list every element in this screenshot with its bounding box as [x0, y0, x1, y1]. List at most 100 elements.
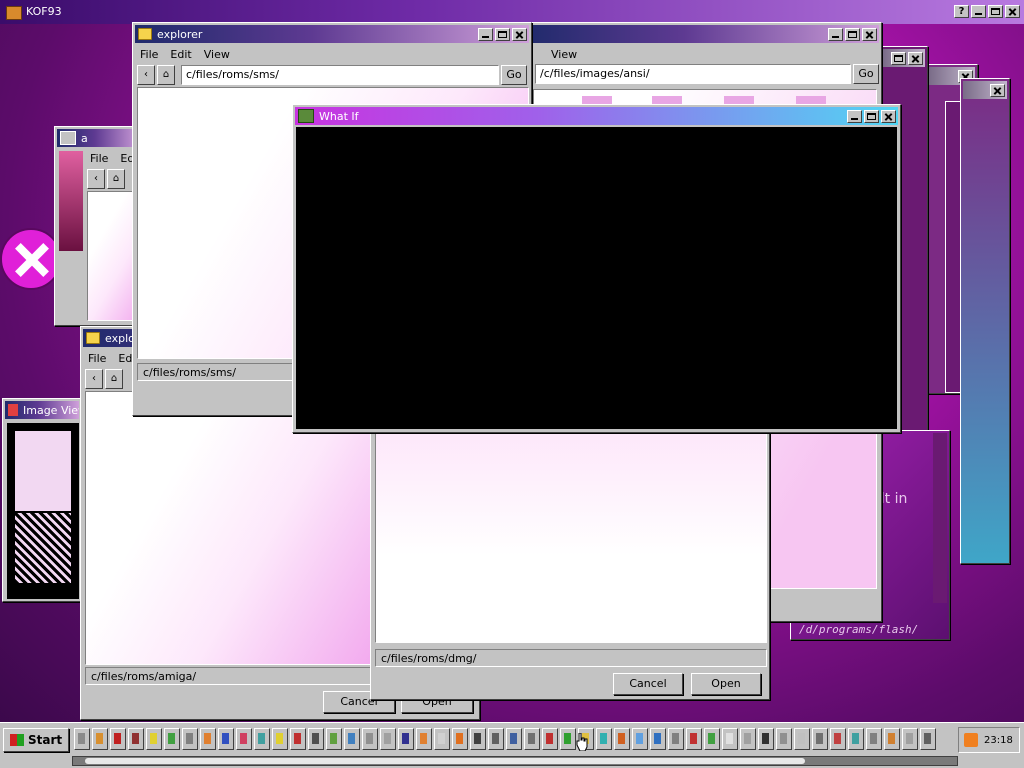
close-icon[interactable] — [862, 27, 877, 41]
maximize-icon[interactable] — [864, 109, 879, 123]
app-close-button[interactable] — [1005, 5, 1020, 18]
minimize-icon[interactable] — [828, 27, 843, 41]
taskbar-item[interactable] — [92, 728, 108, 750]
close-icon[interactable] — [990, 83, 1005, 97]
taskbar-item[interactable] — [488, 728, 504, 750]
start-button[interactable]: Start — [3, 728, 69, 752]
back-button[interactable]: ‹ — [137, 65, 155, 85]
menu-file[interactable]: File — [90, 152, 108, 165]
rss-icon[interactable] — [964, 733, 978, 747]
taskbar-item[interactable] — [920, 728, 936, 750]
explorer-sms-titlebar[interactable]: explorer — [135, 25, 529, 43]
menu-edit[interactable]: Edit — [170, 48, 191, 61]
taskbar-item[interactable] — [308, 728, 324, 750]
taskbar-item[interactable] — [524, 728, 540, 750]
taskbar-item[interactable] — [776, 728, 792, 750]
scrollbar-thumb[interactable] — [85, 758, 805, 764]
dmg-cancel-button[interactable]: Cancel — [613, 673, 683, 695]
maximize-icon[interactable] — [495, 27, 510, 41]
taskbar-item[interactable] — [434, 728, 450, 750]
menu-view[interactable]: View — [551, 48, 577, 61]
menu-file[interactable]: File — [88, 352, 106, 365]
taskbar-item[interactable] — [164, 728, 180, 750]
taskbar-item[interactable] — [848, 728, 864, 750]
home-icon[interactable]: ⌂ — [157, 65, 175, 85]
close-icon[interactable] — [881, 109, 896, 123]
taskbar-item[interactable] — [236, 728, 252, 750]
taskbar-item[interactable] — [452, 728, 468, 750]
taskbar-item[interactable] — [614, 728, 630, 750]
menu-view[interactable]: View — [204, 48, 230, 61]
taskbar-item[interactable] — [686, 728, 702, 750]
taskbar-item[interactable] — [596, 728, 612, 750]
back-window-5[interactable] — [960, 78, 1010, 564]
sms-path-input[interactable]: c/files/roms/sms/ — [181, 65, 499, 85]
taskbar-item[interactable] — [866, 728, 882, 750]
taskbar-item[interactable] — [146, 728, 162, 750]
taskbar-item[interactable] — [200, 728, 216, 750]
taskbar-item[interactable] — [128, 728, 144, 750]
app-maximize-button[interactable] — [988, 5, 1003, 18]
taskbar-item[interactable] — [632, 728, 648, 750]
menu-file[interactable]: File — [140, 48, 158, 61]
image-viewer-titlebar[interactable]: Image View — [5, 401, 79, 419]
taskbar-item[interactable] — [362, 728, 378, 750]
taskbar-item[interactable] — [758, 728, 774, 750]
taskbar-item[interactable] — [722, 728, 738, 750]
taskbar-item[interactable] — [416, 728, 432, 750]
sms-go-button[interactable]: Go — [501, 65, 527, 85]
home-icon[interactable]: ⌂ — [107, 169, 125, 189]
back-window-3-titlebar[interactable] — [883, 49, 925, 67]
what-if-window[interactable]: What If — [292, 104, 901, 433]
small-a-titlebar[interactable]: a — [57, 129, 141, 147]
back-window-5-titlebar[interactable] — [963, 81, 1007, 99]
taskbar-item[interactable] — [272, 728, 288, 750]
maximize-icon[interactable] — [891, 51, 906, 65]
taskbar-item[interactable] — [380, 728, 396, 750]
taskbar-item[interactable] — [794, 728, 810, 750]
taskbar-item[interactable] — [668, 728, 684, 750]
ansi-go-button[interactable]: Go — [853, 64, 879, 84]
minimize-icon[interactable] — [478, 27, 493, 41]
dmg-open-button[interactable]: Open — [691, 673, 761, 695]
dmg-dialog-window[interactable]: c/files/roms/dmg/ Cancel Open — [370, 420, 770, 700]
taskbar-item[interactable] — [650, 728, 666, 750]
taskbar-item[interactable] — [830, 728, 846, 750]
taskbar-item[interactable] — [218, 728, 234, 750]
image-viewer-window[interactable]: Image View — [2, 398, 82, 602]
taskbar-scrollbar[interactable] — [72, 756, 958, 766]
close-icon[interactable] — [908, 51, 923, 65]
what-if-titlebar[interactable]: What If — [295, 107, 898, 125]
app-minimize-button[interactable] — [971, 5, 986, 18]
menu-edit[interactable]: Ed — [118, 352, 132, 365]
home-icon[interactable]: ⌂ — [105, 369, 123, 389]
taskbar-item[interactable] — [398, 728, 414, 750]
taskbar-item[interactable] — [812, 728, 828, 750]
taskbar-item[interactable] — [542, 728, 558, 750]
taskbar-item[interactable] — [254, 728, 270, 750]
taskbar-item[interactable] — [740, 728, 756, 750]
back-button[interactable]: ‹ — [87, 169, 105, 189]
what-if-canvas[interactable] — [296, 127, 897, 429]
close-icon[interactable] — [512, 27, 527, 41]
back-button[interactable]: ‹ — [85, 369, 103, 389]
help-button[interactable]: ? — [954, 5, 969, 18]
ansi-path-input[interactable]: /c/files/images/ansi/ — [535, 64, 851, 84]
taskbar-item[interactable] — [470, 728, 486, 750]
taskbar-item[interactable] — [74, 728, 90, 750]
taskbar-item[interactable] — [110, 728, 126, 750]
scroll-track[interactable] — [945, 101, 961, 393]
minimize-icon[interactable] — [847, 109, 862, 123]
explorer-ansi-titlebar[interactable] — [525, 25, 879, 43]
taskbar-item[interactable] — [902, 728, 918, 750]
taskbar-item[interactable] — [560, 728, 576, 750]
taskbar-item[interactable] — [290, 728, 306, 750]
taskbar-item[interactable] — [344, 728, 360, 750]
small-a-window[interactable]: a File Ed ‹ ⌂ — [54, 126, 144, 326]
taskbar-item[interactable] — [506, 728, 522, 750]
taskbar-item[interactable] — [182, 728, 198, 750]
taskbar-item[interactable] — [704, 728, 720, 750]
taskbar-item[interactable] — [326, 728, 342, 750]
taskbar-item[interactable] — [884, 728, 900, 750]
flash-scrollbar[interactable] — [933, 433, 947, 603]
